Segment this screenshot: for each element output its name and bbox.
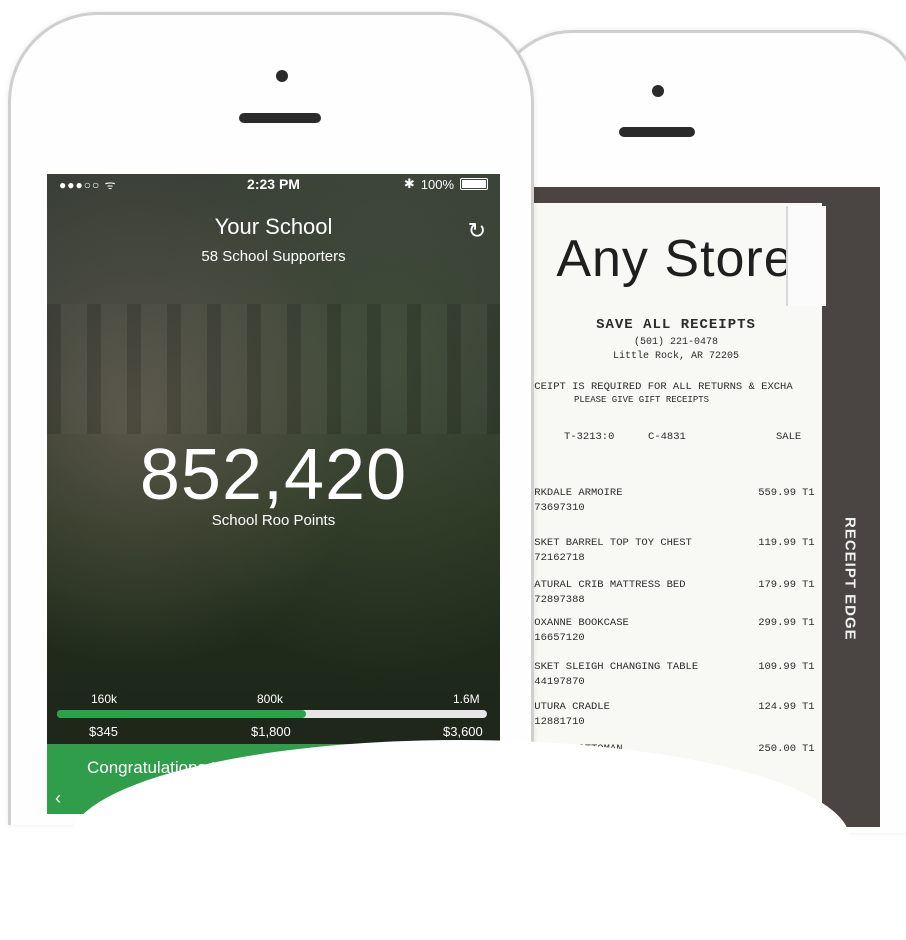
item-price: 119.99 [758, 537, 796, 549]
bluetooth-icon: ✱ [403, 176, 415, 191]
camera-icon [276, 70, 288, 82]
item-name: FUTURA CRADLE [530, 701, 610, 713]
item-sku: 216657120 [530, 632, 585, 644]
milestone-label: 160k [91, 692, 118, 706]
item-sku: 373697310 [530, 502, 585, 514]
status-bar: ●●●○○ ᯤ 2:23 PM ✱ 100% [47, 174, 500, 196]
item-name: IRKDALE ARMOIRE [530, 487, 623, 499]
item-price: 179.99 [758, 579, 796, 591]
sale-type: SALE [776, 431, 802, 443]
supporters-count: 58 School Supporters [201, 248, 346, 265]
item-name: ROXANNE BOOKCASE [530, 617, 629, 629]
return-notice: ECEIPT IS REQUIRED FOR ALL RETURNS & EXC… [530, 381, 793, 393]
battery-icon [460, 178, 488, 190]
reward-amount: $1,800 [251, 724, 291, 739]
progress-fill [57, 710, 307, 718]
gift-notice: PLEASE GIVE GIFT RECEIPTS [574, 395, 710, 405]
item-tax: T1 [802, 661, 815, 673]
status-right: ✱ 100% [404, 176, 488, 192]
item-tax: T1 [802, 579, 815, 591]
milestone-label: 1.6M [453, 692, 480, 706]
camera-icon [652, 85, 664, 97]
receipt-header: SAVE ALL RECEIPTS [596, 317, 756, 333]
item-price: 250.00 [758, 743, 796, 755]
points-label: School Roo Points [211, 512, 336, 529]
item-tax: T1 [802, 537, 815, 549]
cashier-id: C-4831 [648, 431, 686, 443]
item-tax: T1 [802, 487, 815, 499]
reward-amount: $3,600 [443, 724, 483, 739]
item-sku: 212881710 [530, 716, 585, 728]
receipt-corner-marker [786, 206, 826, 306]
item-name: NATURAL CRIB MATTRESS BED [530, 579, 686, 591]
refresh-icon[interactable]: ↻ [468, 218, 486, 244]
background-photo [47, 304, 500, 434]
item-price: 299.99 [758, 617, 796, 629]
battery-percent: 100% [420, 176, 454, 192]
item-price: 124.99 [758, 701, 796, 713]
item-tax: T1 [802, 617, 815, 629]
item-name: ASKET BARREL TOP TOY CHEST [530, 537, 692, 549]
item-tax: T1 [802, 743, 815, 755]
terminal-id: T-3213:0 [564, 431, 615, 443]
points-total: 852,420 [139, 435, 408, 515]
speaker-grille [239, 113, 321, 123]
reward-amount: $345 [89, 724, 118, 739]
receipt: Any Store SAVE ALL RECEIPTS (501) 221-04… [530, 203, 822, 827]
school-title: Your School [214, 214, 333, 239]
speaker-grille [619, 127, 695, 137]
milestone-label: 800k [257, 692, 284, 706]
points-progress-bar [57, 710, 487, 718]
store-phone: (501) 221-0478 [633, 337, 718, 348]
receipt-scan-screen: Any Store SAVE ALL RECEIPTS (501) 221-04… [530, 187, 880, 827]
store-city: Little Rock, AR 72205 [612, 351, 740, 362]
bottom-cutout [70, 740, 850, 940]
item-tax: T1 [802, 701, 815, 713]
item-sku: 144197870 [530, 676, 585, 688]
school-app-screen: ●●●○○ ᯤ 2:23 PM ✱ 100% Your School 58 Sc… [47, 174, 500, 814]
item-price: 559.99 [758, 487, 796, 499]
item-price: 109.99 [758, 661, 796, 673]
receipt-edge-label: RECEIPT EDGE [841, 517, 859, 641]
item-sku: 372162718 [530, 552, 585, 564]
item-name: ASKET SLEIGH CHANGING TABLE [530, 661, 699, 673]
item-sku: 372897388 [530, 594, 585, 606]
chevron-left-icon[interactable]: ‹ [55, 788, 61, 809]
